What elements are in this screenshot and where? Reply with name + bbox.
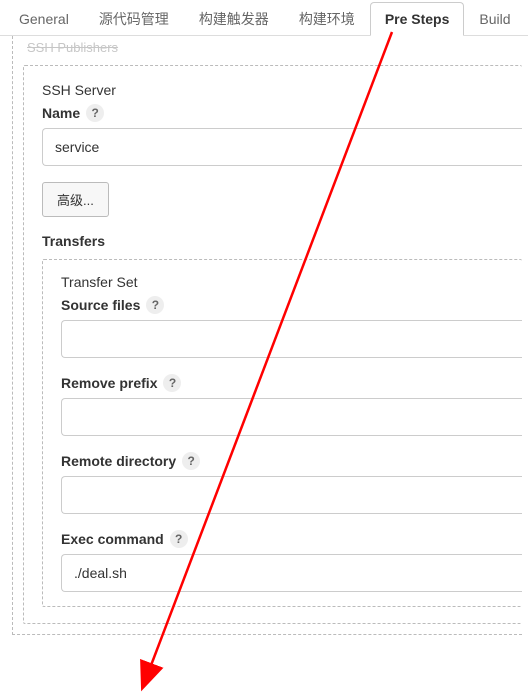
exec-cmd-input[interactable] (61, 554, 522, 592)
ssh-server-group: SSH Server Name ? (42, 82, 522, 166)
name-label: Name (42, 105, 80, 121)
tab-scm[interactable]: 源代码管理 (84, 0, 184, 37)
exec-cmd-label: Exec command (61, 531, 164, 547)
remote-dir-input[interactable] (61, 476, 522, 514)
transfers-heading: Transfers (42, 233, 522, 249)
help-icon[interactable]: ? (170, 530, 188, 548)
advanced-button[interactable]: 高级... (42, 182, 109, 217)
help-icon[interactable]: ? (182, 452, 200, 470)
source-files-label: Source files (61, 297, 140, 313)
tab-general[interactable]: General (4, 2, 84, 35)
transfer-set-box: Transfer Set Source files ? Remove prefi… (42, 259, 522, 607)
tab-build[interactable]: Build (464, 2, 525, 35)
help-icon[interactable]: ? (146, 296, 164, 314)
remove-prefix-label: Remove prefix (61, 375, 157, 391)
help-icon[interactable]: ? (86, 104, 104, 122)
tab-pre-steps[interactable]: Pre Steps (370, 2, 465, 36)
remove-prefix-group: Remove prefix ? (61, 374, 522, 436)
tabs-bar: General 源代码管理 构建触发器 构建环境 Pre Steps Build… (0, 0, 528, 36)
tab-env[interactable]: 构建环境 (284, 0, 370, 37)
ssh-server-label: SSH Server (42, 82, 116, 98)
remote-dir-label: Remote directory (61, 453, 176, 469)
publishers-section: SSH Publishers SSH Server Name ? 高级... T… (12, 36, 522, 635)
remote-dir-group: Remote directory ? (61, 452, 522, 514)
source-files-group: Transfer Set Source files ? (61, 274, 522, 358)
tab-triggers[interactable]: 构建触发器 (184, 0, 284, 37)
advanced-group: 高级... (42, 182, 522, 217)
content-area: SSH Publishers SSH Server Name ? 高级... T… (0, 36, 528, 635)
source-files-input[interactable] (61, 320, 522, 358)
ssh-server-box: SSH Server Name ? 高级... Transfers Transf… (23, 65, 522, 624)
remove-prefix-input[interactable] (61, 398, 522, 436)
exec-cmd-group: Exec command ? (61, 530, 522, 592)
help-icon[interactable]: ? (163, 374, 181, 392)
transfer-set-label: Transfer Set (61, 274, 138, 290)
name-input[interactable] (42, 128, 522, 166)
section-truncated-title: SSH Publishers (23, 38, 522, 61)
